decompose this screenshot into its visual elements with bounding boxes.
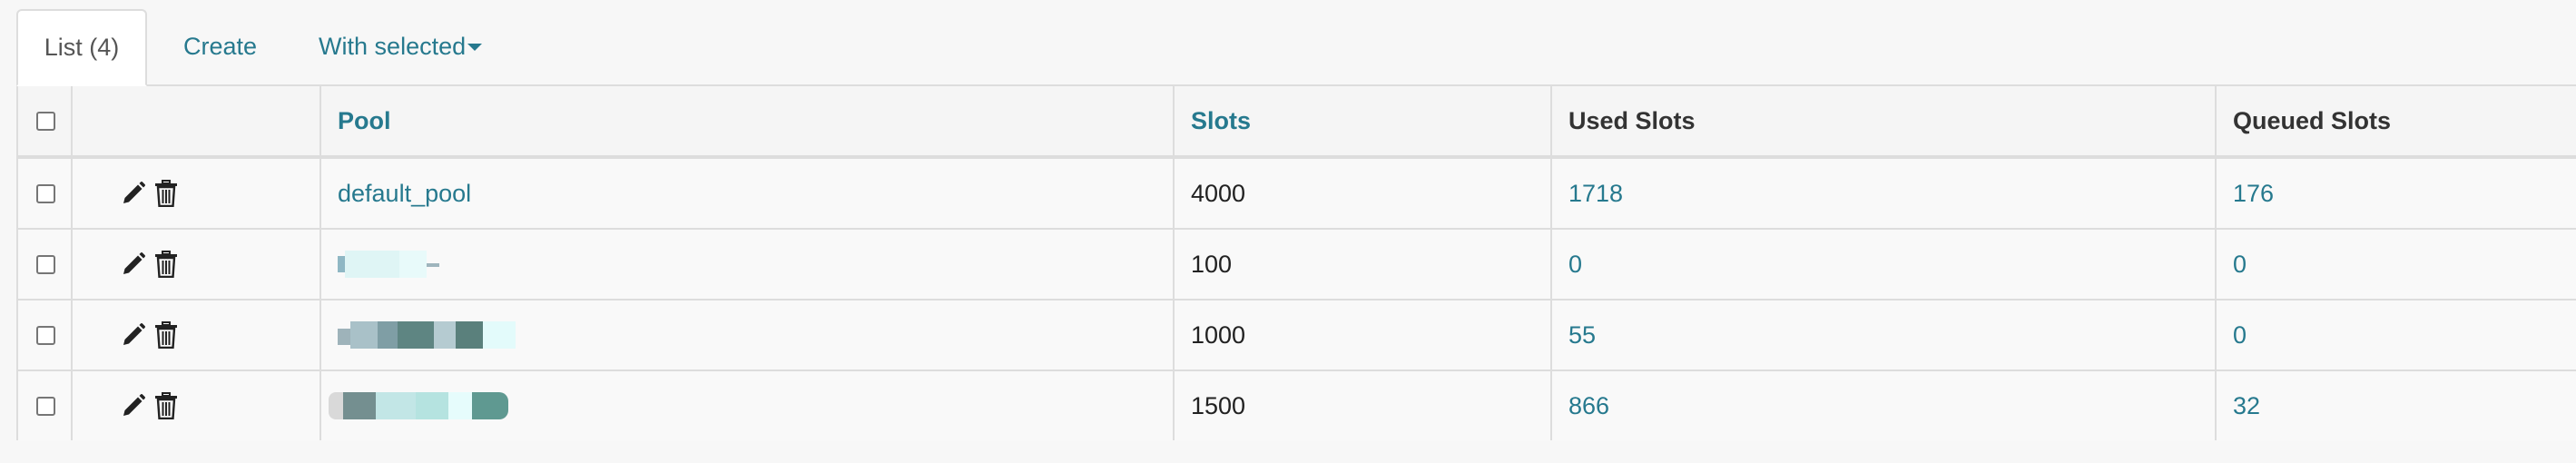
redacted-pool-name — [329, 392, 519, 419]
row-checkbox[interactable] — [35, 183, 55, 203]
used-slots-link[interactable]: 1718 — [1552, 159, 2215, 228]
pencil-icon[interactable] — [120, 320, 147, 350]
redacted-pool-name — [338, 251, 447, 278]
trash-icon[interactable] — [152, 390, 180, 421]
column-divider — [2215, 86, 2217, 440]
slots-value: 1000 — [1175, 300, 1550, 369]
used-slots-text: 55 — [1568, 320, 1597, 349]
queued-slots-link[interactable]: 176 — [2217, 159, 2576, 228]
queued-slots-link[interactable]: 32 — [2217, 371, 2576, 440]
row-actions — [73, 300, 320, 369]
select-all-checkbox[interactable] — [35, 111, 55, 131]
pool-table: Pool Slots Used Slots Queued Slots defau… — [16, 84, 2576, 440]
pool-name-link[interactable] — [321, 230, 1173, 299]
used-slots-link[interactable]: 0 — [1552, 230, 2215, 299]
tab-list[interactable]: List (4) — [16, 9, 147, 86]
with-selected-label: With selected — [319, 33, 467, 60]
redacted-pool-name — [338, 321, 519, 349]
column-header-used-slots: Used Slots — [1552, 86, 2215, 155]
column-divider — [1550, 86, 1552, 440]
queued-slots-link[interactable]: 0 — [2217, 300, 2576, 369]
row-actions — [73, 230, 320, 299]
column-divider — [320, 86, 321, 440]
table-row: 1500 866 32 — [18, 371, 2576, 440]
tab-create[interactable]: Create — [156, 9, 284, 84]
pool-name-link[interactable] — [321, 371, 1173, 440]
trash-icon[interactable] — [152, 178, 180, 209]
queued-slots-text: 0 — [2233, 250, 2247, 278]
row-actions — [73, 159, 320, 228]
pool-name: default_pool — [338, 179, 472, 207]
slots-text: 1000 — [1191, 320, 1246, 349]
column-header-used-slots-label: Used Slots — [1568, 106, 1696, 134]
slots-text: 4000 — [1191, 179, 1246, 207]
actions-header — [73, 86, 320, 155]
queued-slots-link[interactable]: 0 — [2217, 230, 2576, 299]
slots-value: 1500 — [1175, 371, 1550, 440]
row-select-cell — [18, 159, 73, 228]
pool-name-link[interactable] — [321, 300, 1173, 369]
table-row: 100 0 0 — [18, 230, 2576, 300]
trash-icon[interactable] — [152, 320, 180, 350]
column-header-queued-slots: Queued Slots — [2217, 86, 2576, 155]
row-checkbox[interactable] — [35, 254, 55, 274]
with-selected-dropdown[interactable]: With selected — [291, 9, 509, 84]
queued-slots-text: 32 — [2233, 391, 2261, 419]
select-all-cell — [18, 86, 73, 155]
tab-bar: List (4) Create With selected — [16, 9, 509, 86]
queued-slots-text: 176 — [2233, 179, 2275, 207]
row-select-cell — [18, 230, 73, 299]
pencil-icon[interactable] — [120, 390, 147, 421]
slots-text: 1500 — [1191, 391, 1246, 419]
row-actions — [73, 371, 320, 440]
table-row: default_pool 4000 1718 176 — [18, 159, 2576, 230]
pool-list-view: List (4) Create With selected Pool Slots… — [0, 0, 2576, 463]
row-select-cell — [18, 371, 73, 440]
pencil-icon[interactable] — [120, 178, 147, 209]
slots-text: 100 — [1191, 250, 1233, 278]
column-divider — [71, 86, 73, 440]
row-checkbox[interactable] — [35, 325, 55, 345]
column-header-slots-label: Slots — [1191, 106, 1252, 134]
used-slots-link[interactable]: 55 — [1552, 300, 2215, 369]
column-header-slots[interactable]: Slots — [1175, 86, 1550, 155]
pool-name-link[interactable]: default_pool — [321, 159, 1173, 228]
pencil-icon[interactable] — [120, 249, 147, 280]
queued-slots-text: 0 — [2233, 320, 2247, 349]
table-header-row: Pool Slots Used Slots Queued Slots — [18, 86, 2576, 159]
used-slots-text: 866 — [1568, 391, 1610, 419]
table-row: 1000 55 0 — [18, 300, 2576, 371]
column-header-queued-slots-label: Queued Slots — [2233, 106, 2392, 134]
row-checkbox[interactable] — [35, 396, 55, 416]
tab-list-label: List (4) — [44, 34, 120, 61]
used-slots-link[interactable]: 866 — [1552, 371, 2215, 440]
column-header-pool-label: Pool — [338, 106, 391, 134]
used-slots-text: 1718 — [1568, 179, 1624, 207]
slots-value: 4000 — [1175, 159, 1550, 228]
tab-create-label: Create — [183, 33, 258, 60]
column-divider — [1173, 86, 1175, 440]
trash-icon[interactable] — [152, 249, 180, 280]
caret-down-icon — [467, 43, 483, 51]
column-header-pool[interactable]: Pool — [321, 86, 1173, 155]
used-slots-text: 0 — [1568, 250, 1583, 278]
row-select-cell — [18, 300, 73, 369]
slots-value: 100 — [1175, 230, 1550, 299]
